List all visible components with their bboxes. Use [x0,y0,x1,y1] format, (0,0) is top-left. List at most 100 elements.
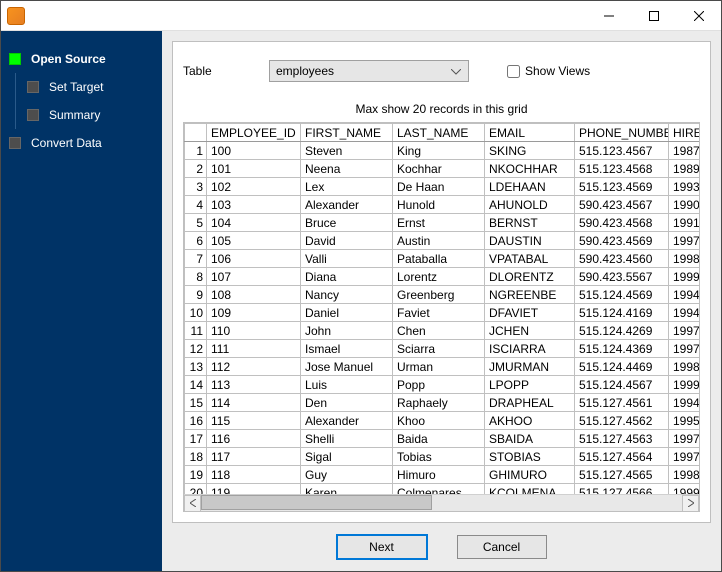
close-button[interactable] [676,1,721,30]
cell: 107 [207,268,301,286]
cell: 515.127.4563 [575,430,669,448]
cell: Faviet [393,304,485,322]
wizard-step-1[interactable]: Set Target [1,73,162,101]
column-header[interactable]: EMPLOYEE_ID [207,124,301,142]
cell: David [301,232,393,250]
scroll-thumb[interactable] [201,495,432,510]
cell: 1997-6 [669,232,700,250]
table-row[interactable]: 13112Jose ManuelUrmanJMURMAN515.124.4469… [185,358,700,376]
cell: ISCIARRA [485,340,575,358]
table-row[interactable]: 1100StevenKingSKING515.123.45671987-6 [185,142,700,160]
row-number-cell: 3 [185,178,207,196]
cell: 106 [207,250,301,268]
table-dropdown[interactable]: employees [269,60,469,82]
scroll-right-button[interactable] [682,495,699,512]
row-number-cell: 5 [185,214,207,232]
maximize-button[interactable] [631,1,676,30]
cell: 1990-1 [669,196,700,214]
table-row[interactable]: 11110JohnChenJCHEN515.124.42691997-9 [185,322,700,340]
table-row[interactable]: 6105DavidAustinDAUSTIN590.423.45691997-6 [185,232,700,250]
show-views-label: Show Views [525,64,590,78]
step-box-icon [9,137,21,149]
cell: Jose Manuel [301,358,393,376]
cell: Karen [301,484,393,495]
table-row[interactable]: 3102LexDe HaanLDEHAAN515.123.45691993-1 [185,178,700,196]
cell: Nancy [301,286,393,304]
cell: 1994-8 [669,286,700,304]
table-row[interactable]: 7106ValliPataballaVPATABAL590.423.456019… [185,250,700,268]
cell: KCOLMENA [485,484,575,495]
table-row[interactable]: 16115AlexanderKhooAKHOO515.127.45621995-… [185,412,700,430]
cell: Diana [301,268,393,286]
cell: DFAVIET [485,304,575,322]
wizard-step-3[interactable]: Convert Data [1,129,162,157]
cell: 117 [207,448,301,466]
step-label: Open Source [31,52,106,66]
cell: Popp [393,376,485,394]
wizard-step-0[interactable]: Open Source [1,45,162,73]
table-row[interactable]: 14113LuisPoppLPOPP515.124.45671999-1 [185,376,700,394]
cell: Urman [393,358,485,376]
row-number-cell: 13 [185,358,207,376]
table-row[interactable]: 4103AlexanderHunoldAHUNOLD590.423.456719… [185,196,700,214]
wizard-step-2[interactable]: Summary [1,101,162,129]
cell: Kochhar [393,160,485,178]
cell: Daniel [301,304,393,322]
minimize-button[interactable] [586,1,631,30]
cell: 590.423.4569 [575,232,669,250]
cell: Ernst [393,214,485,232]
column-header[interactable]: LAST_NAME [393,124,485,142]
cell: 110 [207,322,301,340]
cell: 1993-1 [669,178,700,196]
scroll-track[interactable] [201,495,682,512]
cancel-button[interactable]: Cancel [457,535,547,559]
next-button[interactable]: Next [337,535,427,559]
cell: 1998-1 [669,466,700,484]
row-number-header[interactable] [185,124,207,142]
cell: Colmenares [393,484,485,495]
column-header[interactable]: FIRST_NAME [301,124,393,142]
cell: 1987-6 [669,142,700,160]
table-row[interactable]: 20119KarenColmenaresKCOLMENA515.127.4566… [185,484,700,495]
column-header[interactable]: PHONE_NUMBER [575,124,669,142]
row-number-cell: 8 [185,268,207,286]
cell: Alexander [301,196,393,214]
horizontal-scrollbar[interactable] [184,494,699,511]
scroll-left-button[interactable] [184,495,201,512]
table-row[interactable]: 12111IsmaelSciarraISCIARRA515.124.436919… [185,340,700,358]
cell: JMURMAN [485,358,575,376]
cell: Chen [393,322,485,340]
cell: BERNST [485,214,575,232]
table-dropdown-value: employees [276,64,334,78]
cell: 515.127.4565 [575,466,669,484]
row-number-cell: 16 [185,412,207,430]
table-row[interactable]: 8107DianaLorentzDLORENTZ590.423.55671999… [185,268,700,286]
cell: Greenberg [393,286,485,304]
cell: 113 [207,376,301,394]
cell: De Haan [393,178,485,196]
chevron-down-icon [448,64,464,80]
cell: LDEHAAN [485,178,575,196]
cell: Lex [301,178,393,196]
table-row[interactable]: 5104BruceErnstBERNST590.423.45681991-5 [185,214,700,232]
dialog-buttons: Next Cancel [172,523,711,571]
cell: 1994-1 [669,394,700,412]
cell: VPATABAL [485,250,575,268]
cell: 112 [207,358,301,376]
cell: 515.124.4569 [575,286,669,304]
table-row[interactable]: 10109DanielFavietDFAVIET515.124.41691994… [185,304,700,322]
table-row[interactable]: 19118GuyHimuroGHIMURO515.127.45651998-1 [185,466,700,484]
cell: 1999-2 [669,268,700,286]
table-row[interactable]: 18117SigalTobiasSTOBIAS515.127.45641997-… [185,448,700,466]
table-row[interactable]: 17116ShelliBaidaSBAIDA515.127.45631997-1 [185,430,700,448]
column-header[interactable]: HIRE_D [669,124,700,142]
cell: Himuro [393,466,485,484]
table-row[interactable]: 2101NeenaKochharNKOCHHAR515.123.45681989… [185,160,700,178]
column-header[interactable]: EMAIL [485,124,575,142]
grid-caption: Max show 20 records in this grid [183,102,700,116]
table-row[interactable]: 9108NancyGreenbergNGREENBE515.124.456919… [185,286,700,304]
show-views-input[interactable] [507,65,520,78]
data-grid: EMPLOYEE_IDFIRST_NAMELAST_NAMEEMAILPHONE… [183,122,700,512]
show-views-checkbox[interactable]: Show Views [507,64,590,78]
table-row[interactable]: 15114DenRaphaelyDRAPHEAL515.127.45611994… [185,394,700,412]
